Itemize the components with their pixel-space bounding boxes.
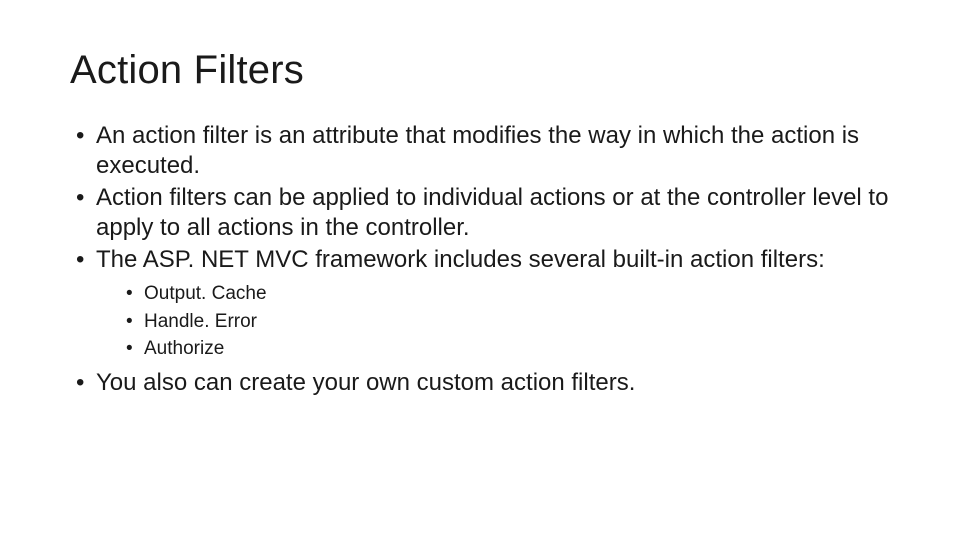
sub-bullet-item: Authorize <box>126 336 890 362</box>
bullet-item: The ASP. NET MVC framework includes seve… <box>76 245 890 362</box>
bullet-item: You also can create your own custom acti… <box>76 368 890 398</box>
bullet-text: The ASP. NET MVC framework includes seve… <box>96 246 825 273</box>
sub-bullet-item: Output. Cache <box>126 281 890 307</box>
slide: Action Filters An action filter is an at… <box>0 0 960 540</box>
bullet-list: An action filter is an attribute that mo… <box>76 121 890 398</box>
bullet-item: An action filter is an attribute that mo… <box>76 121 890 181</box>
bullet-item: Action filters can be applied to individ… <box>76 183 890 243</box>
sub-bullet-item: Handle. Error <box>126 309 890 335</box>
slide-title: Action Filters <box>70 48 890 93</box>
sub-bullet-list: Output. Cache Handle. Error Authorize <box>126 281 890 362</box>
